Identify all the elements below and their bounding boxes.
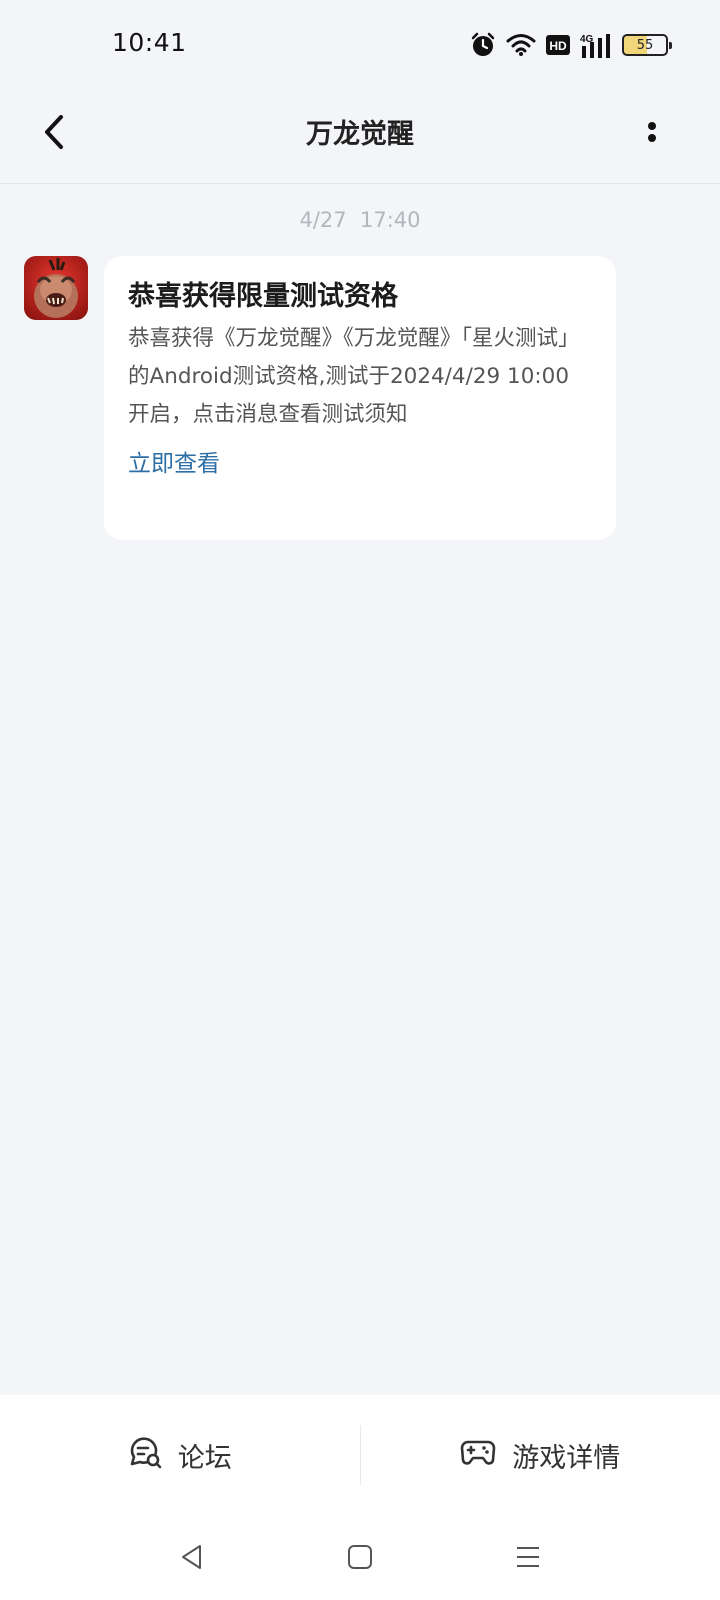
alarm-icon: [470, 32, 496, 58]
status-time: 10:41: [112, 28, 187, 57]
view-now-link[interactable]: 立即查看: [128, 446, 592, 482]
battery-level: 55: [636, 37, 654, 53]
system-nav-bar: [0, 1515, 720, 1600]
wifi-icon: [506, 33, 536, 57]
nav-home-icon: [346, 1543, 374, 1575]
nav-menu-icon: [514, 1543, 542, 1575]
forum-button[interactable]: 论坛: [0, 1395, 360, 1515]
message-timestamp: 4/27 17:40: [299, 208, 421, 232]
signal-icon: 4G: [580, 32, 612, 58]
nav-menu-button[interactable]: [508, 1539, 548, 1579]
page-title: 万龙觉醒: [306, 119, 414, 150]
forum-label: 论坛: [177, 1442, 232, 1474]
avatar[interactable]: [24, 256, 88, 320]
status-bar: 10:41 HD 4G 55: [0, 0, 720, 90]
nav-back-icon: [178, 1543, 206, 1575]
game-avatar-image: [24, 256, 88, 320]
hd-icon: HD: [546, 35, 570, 55]
gamepad-icon: [460, 1438, 496, 1473]
game-details-button[interactable]: 游戏详情: [361, 1395, 720, 1515]
message-card[interactable]: 恭喜获得限量测试资格 恭喜获得《万龙觉醒》《万龙觉醒》「星火测试」的Androi…: [104, 256, 616, 540]
message-title: 恭喜获得限量测试资格: [128, 281, 398, 312]
game-details-label: 游戏详情: [512, 1442, 621, 1474]
forum-chat-icon: [128, 1435, 162, 1476]
nav-header: 万龙觉醒: [0, 90, 720, 184]
message-body: 恭喜获得《万龙觉醒》《万龙觉醒》「星火测试」的Android测试资格,测试于20…: [128, 326, 580, 427]
bottom-action-bar: 论坛 游戏详情: [0, 1395, 720, 1515]
nav-back-button[interactable]: [172, 1539, 212, 1579]
more-button[interactable]: [636, 110, 668, 158]
hd-label: HD: [549, 39, 567, 53]
nav-home-button[interactable]: [340, 1539, 380, 1579]
status-icons: HD 4G 55: [470, 30, 672, 60]
battery-icon: 55: [622, 34, 672, 56]
more-vertical-icon: [647, 118, 657, 150]
